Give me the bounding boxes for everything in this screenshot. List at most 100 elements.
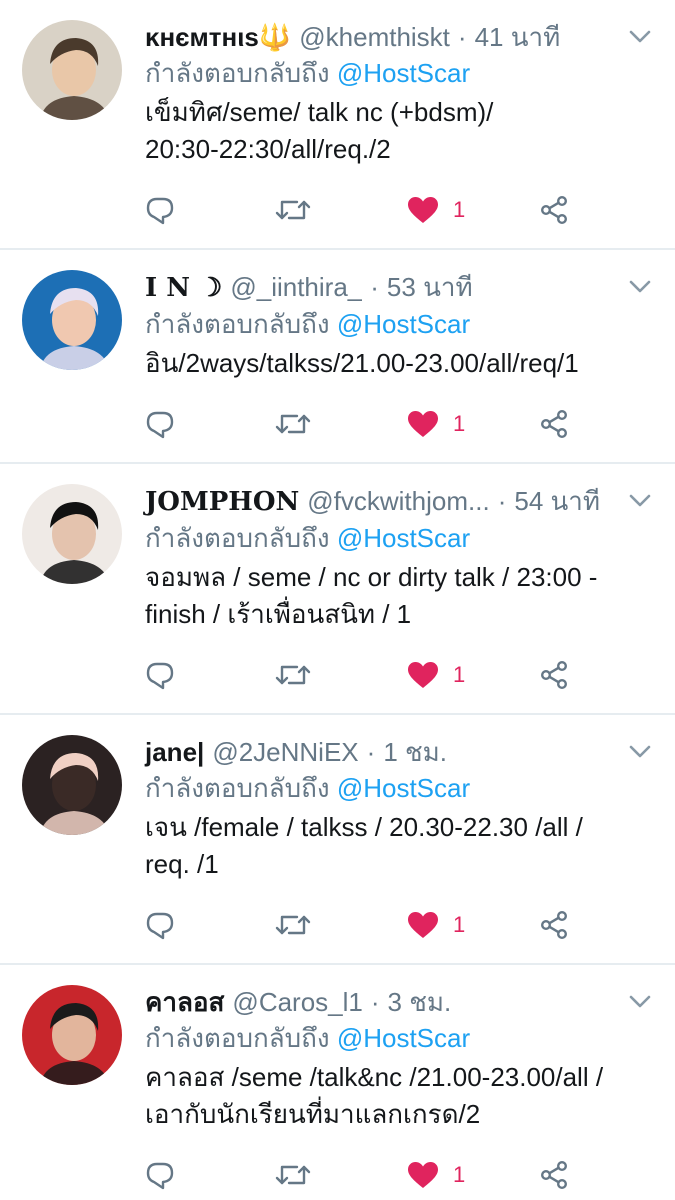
- separator-dot: ·: [497, 486, 507, 516]
- retweet-button[interactable]: [275, 911, 407, 939]
- reply-context: กำลังตอบกลับถึง @HostScar: [145, 771, 653, 805]
- tweet-header: JOMPHON @fvckwithjom... · 54 นาที: [145, 484, 653, 519]
- display-name[interactable]: JOMPHON: [145, 485, 299, 519]
- display-name[interactable]: คาลอส: [145, 985, 224, 1019]
- avatar[interactable]: [22, 270, 122, 370]
- share-button[interactable]: [539, 910, 569, 940]
- avatar[interactable]: [22, 20, 122, 120]
- like-button[interactable]: 1: [407, 410, 539, 438]
- heart-icon: [407, 196, 439, 224]
- separator-dot: ·: [370, 272, 379, 302]
- tweet-text: อิน/2ways/talkss/21.00-23.00/all/req/1: [145, 348, 579, 378]
- tweet[interactable]: I N ☽ @_iinthira_ · 53 นาที กำลังตอบกลับ…: [0, 250, 675, 464]
- like-count: 1: [453, 912, 466, 937]
- chevron-down-icon[interactable]: [629, 494, 651, 508]
- tweet-actions: 1: [145, 895, 653, 955]
- retweet-button[interactable]: [275, 661, 407, 689]
- retweet-icon: [275, 196, 311, 224]
- tweet-text: เข็มทิศ/seme/ talk nc (+bdsm)/ 20:30-22:…: [145, 97, 494, 164]
- share-icon: [539, 409, 569, 439]
- heart-icon: [407, 661, 439, 689]
- reply-button[interactable]: [145, 660, 275, 690]
- avatar-image: [22, 985, 122, 1085]
- heart-icon: [407, 410, 439, 438]
- like-button[interactable]: 1: [407, 1161, 539, 1189]
- reply-icon: [145, 1160, 175, 1190]
- chevron-down-icon[interactable]: [629, 280, 651, 294]
- retweet-button[interactable]: [275, 1161, 407, 1189]
- chevron-down-icon[interactable]: [629, 745, 651, 759]
- reply-context: กำลังตอบกลับถึง @HostScar: [145, 56, 653, 90]
- reply-prefix: กำลังตอบกลับถึง: [145, 773, 330, 803]
- share-button[interactable]: [539, 195, 569, 225]
- like-button[interactable]: 1: [407, 911, 539, 939]
- display-name[interactable]: I N ☽: [145, 271, 222, 305]
- avatar[interactable]: [22, 985, 122, 1085]
- separator-dot: ·: [457, 22, 467, 52]
- retweet-button[interactable]: [275, 410, 407, 438]
- user-handle[interactable]: @_iinthira_: [230, 270, 362, 304]
- display-name[interactable]: jane|: [145, 735, 204, 769]
- display-name[interactable]: ĸнємтнιѕ🔱: [145, 20, 291, 54]
- reply-button[interactable]: [145, 910, 275, 940]
- retweet-icon: [275, 1161, 311, 1189]
- reply-icon: [145, 660, 175, 690]
- tweet-header: I N ☽ @_iinthira_ · 53 นาที: [145, 270, 653, 305]
- user-handle[interactable]: @2JeNNiEX: [212, 735, 358, 769]
- avatar[interactable]: [22, 735, 122, 835]
- tweet-header: คาลอส @Caros_l1 · 3 ชม.: [145, 985, 653, 1019]
- tweet[interactable]: ĸнємтнιѕ🔱 @khemthiskt · 41 นาที กำลังตอบ…: [0, 0, 675, 250]
- separator-dot: ·: [366, 737, 376, 767]
- timestamp[interactable]: 41 นาที: [475, 20, 561, 54]
- reply-button[interactable]: [145, 409, 275, 439]
- reply-mention-link[interactable]: @HostScar: [337, 523, 470, 553]
- user-handle[interactable]: @fvckwithjom...: [307, 484, 489, 518]
- heart-icon: [407, 1161, 439, 1189]
- tweet[interactable]: คาลอส @Caros_l1 · 3 ชม. กำลังตอบกลับถึง …: [0, 965, 675, 1200]
- retweet-button[interactable]: [275, 196, 407, 224]
- share-button[interactable]: [539, 660, 569, 690]
- heart-icon: [407, 911, 439, 939]
- reply-icon: [145, 409, 175, 439]
- avatar[interactable]: [22, 484, 122, 584]
- like-button[interactable]: 1: [407, 661, 539, 689]
- avatar-image: [22, 484, 122, 584]
- share-icon: [539, 910, 569, 940]
- tweet[interactable]: jane| @2JeNNiEX · 1 ชม. กำลังตอบกลับถึง …: [0, 715, 675, 965]
- like-count: 1: [453, 662, 466, 687]
- share-button[interactable]: [539, 409, 569, 439]
- share-icon: [539, 195, 569, 225]
- chevron-down-icon[interactable]: [629, 995, 651, 1009]
- reply-prefix: กำลังตอบกลับถึง: [145, 523, 330, 553]
- reply-prefix: กำลังตอบกลับถึง: [145, 309, 330, 339]
- tweet[interactable]: JOMPHON @fvckwithjom... · 54 นาที กำลังต…: [0, 464, 675, 715]
- tweet-actions: 1: [145, 1145, 653, 1200]
- tweet-header: jane| @2JeNNiEX · 1 ชม.: [145, 735, 653, 769]
- user-handle[interactable]: @Caros_l1: [232, 985, 362, 1019]
- reply-icon: [145, 195, 175, 225]
- share-icon: [539, 1160, 569, 1190]
- reply-button[interactable]: [145, 195, 275, 225]
- chevron-down-icon[interactable]: [629, 30, 651, 44]
- timestamp[interactable]: 53 นาที: [387, 270, 473, 304]
- timestamp[interactable]: 54 นาที: [514, 484, 600, 518]
- share-button[interactable]: [539, 1160, 569, 1190]
- avatar-image: [22, 270, 122, 370]
- retweet-icon: [275, 410, 311, 438]
- reply-mention-link[interactable]: @HostScar: [337, 1023, 470, 1053]
- reply-context: กำลังตอบกลับถึง @HostScar: [145, 307, 653, 341]
- reply-mention-link[interactable]: @HostScar: [337, 309, 470, 339]
- reply-mention-link[interactable]: @HostScar: [337, 58, 470, 88]
- timeline: ĸнємтнιѕ🔱 @khemthiskt · 41 นาที กำลังตอบ…: [0, 0, 675, 1200]
- tweet-text: เจน /female / talkss / 20.30-22.30 /all …: [145, 812, 583, 879]
- reply-context: กำลังตอบกลับถึง @HostScar: [145, 1021, 653, 1055]
- user-handle[interactable]: @khemthiskt: [299, 20, 450, 54]
- share-icon: [539, 660, 569, 690]
- timestamp[interactable]: 3 ชม.: [388, 985, 452, 1019]
- like-button[interactable]: 1: [407, 196, 539, 224]
- timestamp[interactable]: 1 ชม.: [383, 735, 447, 769]
- reply-button[interactable]: [145, 1160, 275, 1190]
- like-count: 1: [453, 411, 466, 436]
- tweet-actions: 1: [145, 645, 653, 705]
- reply-mention-link[interactable]: @HostScar: [337, 773, 470, 803]
